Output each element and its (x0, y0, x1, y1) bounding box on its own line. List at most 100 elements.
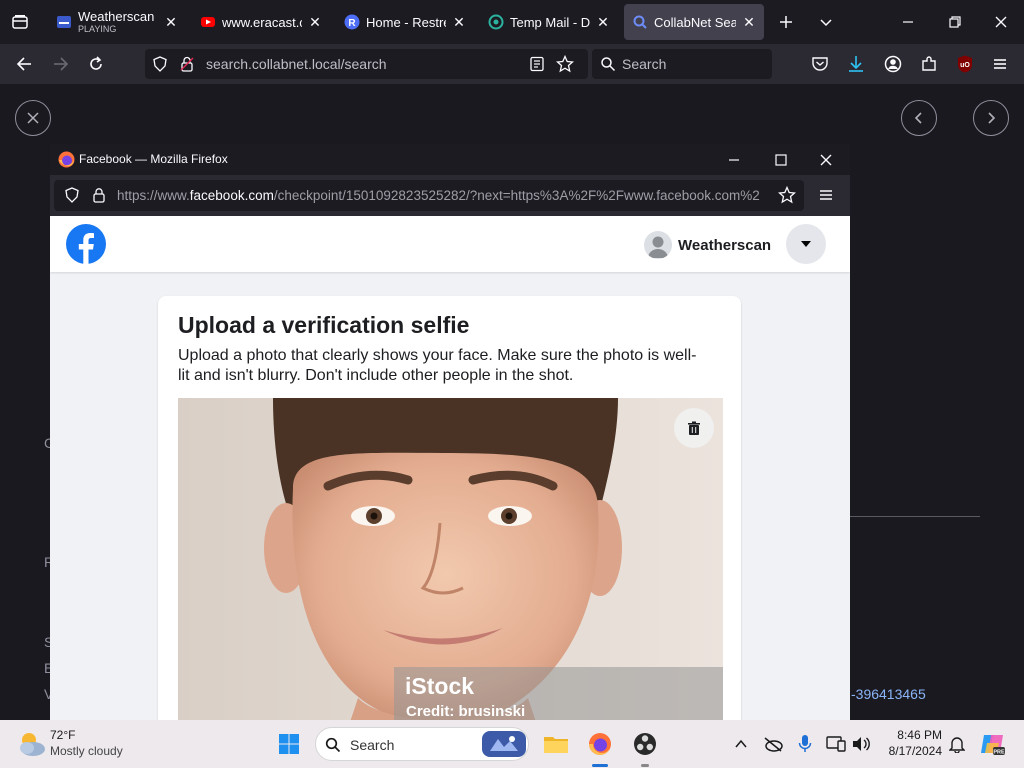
shield-icon[interactable] (152, 56, 168, 72)
navigation-toolbar: search.collabnet.local/search Search uO (0, 44, 1024, 84)
tab-eracast[interactable]: www.eracast.cc ✕ (192, 4, 330, 40)
url-domain: facebook.com (189, 188, 274, 203)
caret-down-icon (801, 241, 811, 247)
extensions-icon[interactable] (919, 54, 939, 74)
account-icon[interactable] (883, 54, 903, 74)
reload-icon[interactable] (86, 54, 106, 74)
youtube-icon (200, 14, 216, 30)
lock-icon[interactable] (91, 187, 107, 203)
close-window-icon[interactable] (818, 152, 834, 168)
back-icon[interactable] (14, 54, 34, 74)
clock[interactable]: 8:46 PM 8/17/2024 (880, 727, 942, 761)
account-dropdown-button[interactable] (786, 224, 826, 264)
copilot-icon[interactable]: PRE (976, 728, 1008, 760)
close-overlay-button[interactable] (15, 100, 51, 136)
background-divider (850, 516, 980, 517)
next-button[interactable] (973, 100, 1009, 136)
url-prefix: https://www. (117, 188, 190, 203)
onedrive-offline-icon[interactable] (757, 728, 789, 760)
delete-photo-button[interactable] (674, 408, 714, 448)
pocket-icon[interactable] (811, 55, 829, 73)
file-explorer-icon[interactable] (540, 728, 572, 760)
tab-tempmail[interactable]: Temp Mail - Dis ✕ (480, 4, 618, 40)
reader-view-icon[interactable] (529, 56, 545, 72)
popup-titlebar: Facebook — Mozilla Firefox (50, 144, 850, 175)
previous-button[interactable] (901, 100, 937, 136)
maximize-window-icon[interactable] (773, 152, 789, 168)
app-indicator (641, 764, 649, 767)
taskbar-search[interactable]: Search (315, 727, 529, 761)
popup-address-toolbar: https://www.facebook.com/checkpoint/1501… (50, 175, 850, 216)
tab-list-icon[interactable] (10, 12, 30, 32)
search-icon (632, 14, 648, 30)
weather-description: Mostly cloudy (50, 744, 123, 758)
search-icon (325, 737, 341, 753)
windows-logo-icon (279, 734, 299, 754)
hamburger-menu-icon[interactable] (990, 54, 1010, 74)
istock-watermark: iStock Credit: brusinski (394, 667, 723, 720)
close-tab-icon[interactable]: ✕ (452, 14, 466, 31)
close-window-icon[interactable] (991, 12, 1011, 32)
tab-weatherscan[interactable]: Weatherscan PLAYING ✕ (48, 4, 186, 40)
facebook-logo-icon[interactable] (66, 224, 106, 264)
minimize-window-icon[interactable] (898, 12, 918, 32)
restore-window-icon[interactable] (945, 12, 965, 32)
tab-title: Home - Restrea (366, 14, 446, 30)
magnifier-icon (600, 56, 616, 72)
microphone-icon[interactable] (789, 728, 821, 760)
weather-widget[interactable]: 72°F Mostly cloudy (14, 726, 144, 762)
popup-url-box[interactable]: https://www.facebook.com/checkpoint/1501… (54, 180, 804, 211)
close-tab-icon[interactable]: ✕ (596, 14, 610, 31)
tab-title: Weatherscan (78, 10, 155, 24)
url-text[interactable]: search.collabnet.local/search (206, 56, 387, 72)
tab-title: www.eracast.cc (222, 14, 302, 30)
firefox-logo-icon (58, 151, 75, 168)
volume-icon[interactable] (845, 728, 877, 760)
close-tab-icon[interactable]: ✕ (164, 14, 178, 31)
address-bar[interactable]: search.collabnet.local/search (145, 49, 588, 79)
close-tab-icon[interactable]: ✕ (308, 14, 322, 31)
chevron-down-icon[interactable] (816, 12, 836, 32)
tab-restream[interactable]: R Home - Restrea ✕ (336, 4, 474, 40)
downloads-icon[interactable] (846, 54, 866, 74)
notification-bell-icon[interactable] (941, 728, 973, 760)
search-bar[interactable]: Search (592, 49, 772, 79)
bookmark-star-icon[interactable] (556, 55, 574, 73)
shield-icon[interactable] (64, 187, 80, 203)
profile-name: Weatherscan (678, 236, 772, 254)
tab-playing-label: PLAYING (78, 24, 117, 34)
tab-collabnet[interactable]: CollabNet Sear ✕ (624, 4, 764, 40)
bookmark-star-icon[interactable] (778, 186, 796, 204)
ublock-origin-icon[interactable]: uO (955, 54, 975, 74)
card-description: Upload a photo that clearly shows your f… (178, 347, 697, 384)
obs-studio-icon[interactable] (629, 728, 661, 760)
profile-menu[interactable]: Weatherscan (644, 230, 771, 260)
lock-insecure-icon[interactable] (178, 55, 196, 73)
taskbar: 72°F Mostly cloudy Search 8:46 PM 8/17/2… (0, 720, 1024, 768)
hamburger-menu-icon[interactable] (817, 186, 835, 204)
tab-title: CollabNet Sear (654, 14, 736, 30)
svg-text:uO: uO (960, 62, 970, 69)
watermark-brand: iStock (405, 673, 475, 699)
search-highlight-image-icon (482, 731, 526, 757)
tab-title: Temp Mail - Dis (510, 14, 590, 30)
card-title: Upload a verification selfie (178, 312, 470, 338)
minimize-window-icon[interactable] (726, 152, 742, 168)
close-tab-icon[interactable]: ✕ (742, 14, 756, 31)
svg-text:R: R (348, 18, 356, 29)
avatar (644, 231, 672, 259)
background-link[interactable]: -396413465 (851, 686, 926, 702)
tab-strip: Weatherscan PLAYING ✕ www.eracast.cc ✕ R… (0, 0, 1024, 44)
svg-text:PRE: PRE (993, 750, 1005, 756)
restream-icon: R (344, 14, 360, 30)
tempmail-icon (488, 14, 504, 30)
chevron-up-icon[interactable] (725, 728, 757, 760)
weather-temperature: 72°F (50, 728, 76, 742)
facebook-popup-window: Facebook — Mozilla Firefox https://www.f… (50, 144, 850, 720)
start-button[interactable] (273, 728, 305, 760)
popup-url-text[interactable]: https://www.facebook.com/checkpoint/1501… (117, 188, 773, 203)
new-tab-icon[interactable] (776, 12, 796, 32)
firefox-taskbar-icon[interactable] (584, 728, 616, 760)
forward-icon[interactable] (51, 54, 71, 74)
popup-window-title: Facebook — Mozilla Firefox (79, 152, 228, 166)
